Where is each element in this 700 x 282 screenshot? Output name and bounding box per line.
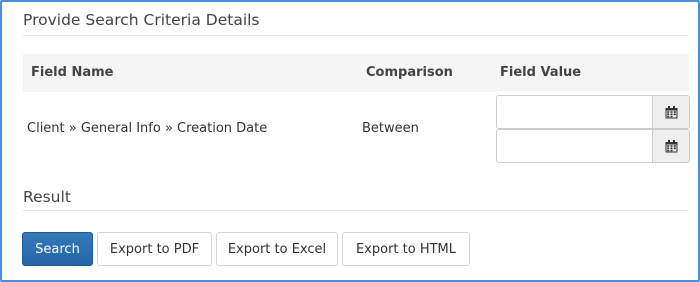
export-pdf-button[interactable]: Export to PDF — [97, 232, 212, 266]
search-criteria-panel: Provide Search Criteria Details Field Na… — [0, 0, 700, 282]
criteria-comparison: Between — [362, 121, 419, 136]
column-header-comparison: Comparison — [366, 65, 453, 80]
calendar-icon — [665, 139, 677, 152]
criteria-section-title: Provide Search Criteria Details — [23, 11, 260, 29]
date-to-input[interactable] — [496, 129, 653, 163]
column-header-field-value: Field Value — [500, 65, 582, 80]
date-to-group — [496, 129, 690, 163]
date-from-calendar-button[interactable] — [652, 95, 690, 129]
criteria-table-header: Field Name Comparison Field Value — [23, 54, 689, 92]
criteria-field-name: Client » General Info » Creation Date — [27, 121, 268, 136]
export-html-button[interactable]: Export to HTML — [342, 232, 470, 266]
date-to-calendar-button[interactable] — [652, 129, 690, 163]
calendar-icon — [665, 105, 677, 118]
date-from-group — [496, 95, 690, 129]
result-divider — [23, 210, 688, 211]
date-from-input[interactable] — [496, 95, 653, 129]
result-section-title: Result — [23, 188, 71, 206]
search-button[interactable]: Search — [22, 232, 93, 266]
criteria-divider — [23, 35, 688, 36]
export-excel-button[interactable]: Export to Excel — [216, 232, 338, 266]
column-header-field-name: Field Name — [31, 65, 114, 80]
